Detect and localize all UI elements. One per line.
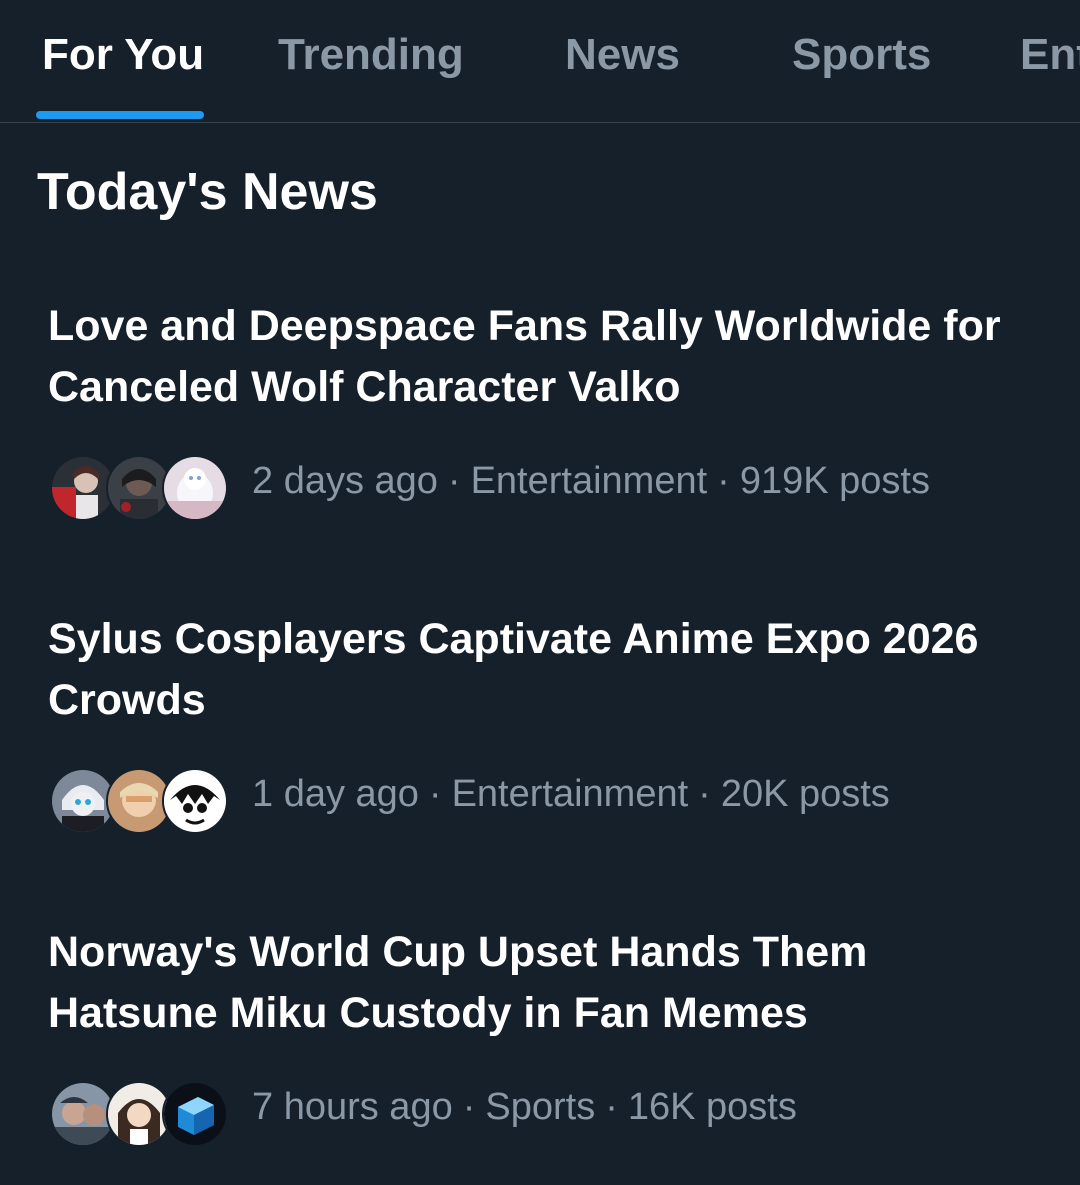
news-story-1[interactable]: Love and Deepspace Fans Rally Worldwide … [48, 296, 1048, 521]
story-meta-text: 1 day ago · Entertainment · 20K posts [252, 773, 890, 816]
story-meta-text: 2 days ago · Entertainment · 919K posts [252, 460, 930, 503]
story-category: Sports [485, 1086, 596, 1128]
separator-dot: · [698, 773, 711, 815]
separator-dot: · [462, 1086, 476, 1128]
avatar [162, 1081, 228, 1147]
separator-dot: · [717, 460, 730, 502]
story-post-count: 16K posts [627, 1086, 797, 1128]
story-time: 7 hours ago [252, 1086, 453, 1128]
separator-dot: · [447, 460, 461, 502]
active-tab-indicator [36, 111, 204, 119]
tab-trending[interactable]: Trending [278, 30, 464, 80]
story-post-count: 919K posts [739, 460, 930, 502]
tab-entertainment[interactable]: Ent [1020, 30, 1080, 80]
story-post-count: 20K posts [720, 773, 890, 815]
story-headline[interactable]: Norway's World Cup Upset Hands Them Hats… [48, 922, 1048, 1044]
tab-sports[interactable]: Sports [792, 30, 931, 80]
top-tab-bar: For You Trending News Sports Ent [0, 0, 1080, 123]
news-story-2[interactable]: Sylus Cosplayers Captivate Anime Expo 20… [48, 609, 1048, 834]
story-time: 2 days ago [252, 460, 438, 502]
story-meta-text: 7 hours ago · Sports · 16K posts [252, 1086, 797, 1129]
tab-news[interactable]: News [565, 30, 680, 80]
avatar-stack [50, 768, 228, 834]
tab-for-you[interactable]: For You [42, 30, 204, 80]
avatar-stack [50, 1081, 228, 1147]
separator-dot: · [428, 773, 442, 815]
story-meta: 7 hours ago · Sports · 16K posts [48, 1078, 1048, 1147]
story-headline[interactable]: Sylus Cosplayers Captivate Anime Expo 20… [48, 609, 1048, 731]
story-meta: 1 day ago · Entertainment · 20K posts [48, 765, 1048, 834]
avatar-stack [50, 455, 228, 521]
separator-dot: · [605, 1086, 618, 1128]
news-story-3[interactable]: Norway's World Cup Upset Hands Them Hats… [48, 922, 1048, 1147]
story-headline[interactable]: Love and Deepspace Fans Rally Worldwide … [48, 296, 1048, 418]
story-category: Entertainment [451, 773, 689, 815]
story-time: 1 day ago [252, 773, 419, 815]
story-category: Entertainment [470, 460, 708, 502]
section-title: Today's News [37, 163, 378, 221]
avatar [162, 768, 228, 834]
story-meta: 2 days ago · Entertainment · 919K posts [48, 452, 1048, 521]
avatar [162, 455, 228, 521]
